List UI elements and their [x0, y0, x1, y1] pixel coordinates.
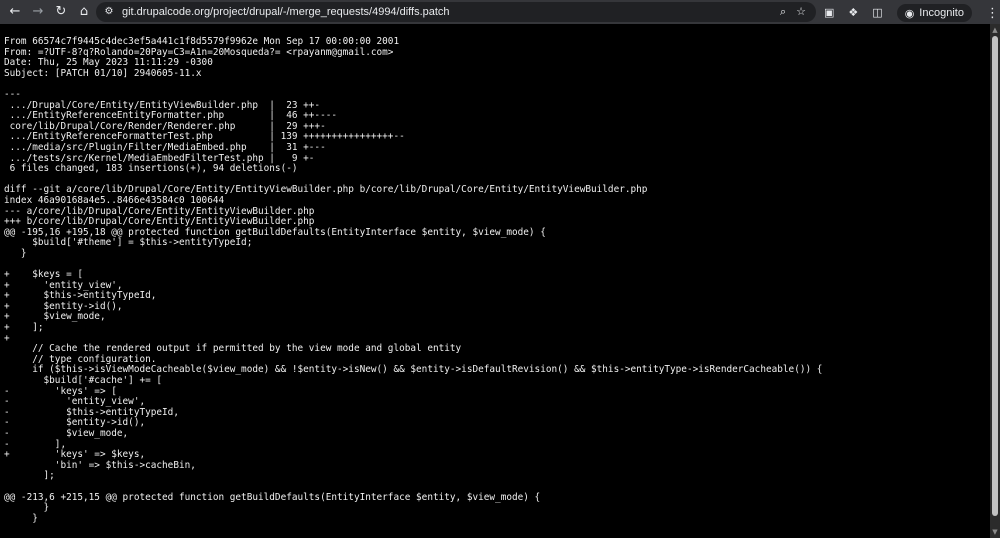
patch-line: + $this->entityTypeId, — [4, 290, 157, 302]
patch-line: + $view_mode, — [4, 311, 106, 323]
incognito-label: Incognito — [919, 7, 964, 19]
patch-line — [4, 79, 990, 90]
patch-line: 'bin' => $this->cacheBin, — [4, 459, 196, 471]
patch-line: + ]; — [4, 322, 44, 334]
browser-toolbar: ← → ↻ ⌂ ⚙ git.drupalcode.org/project/dru… — [0, 0, 1000, 24]
zoom-icon[interactable]: ⌕ — [780, 4, 786, 20]
url-text[interactable]: git.drupalcode.org/project/drupal/-/merg… — [122, 6, 450, 18]
patch-line: - $entity->id(), — [4, 417, 146, 429]
patch-line — [4, 259, 990, 270]
patch-line — [4, 482, 990, 493]
patch-line: - ], — [4, 438, 67, 450]
patch-line: --- — [4, 88, 21, 100]
back-icon[interactable]: ← — [7, 4, 23, 20]
scrollbar-thumb[interactable] — [992, 36, 998, 516]
patch-line: 6 files changed, 183 insertions(+), 94 d… — [4, 163, 298, 175]
patch-line: - $view_mode, — [4, 427, 129, 439]
patch-line: ]; — [4, 470, 55, 482]
patch-line: + $entity->id(), — [4, 300, 123, 312]
patch-line: + $keys = [ — [4, 269, 84, 281]
home-icon[interactable]: ⌂ — [76, 4, 92, 20]
patch-line: } — [4, 512, 38, 524]
patch-line: } — [4, 502, 50, 514]
patch-line: Subject: [PATCH 01/10] 2940605-11.x — [4, 67, 202, 79]
page-content: From 66574c7f9445c4dec3ef5a441c1f8d5579f… — [0, 24, 990, 538]
patch-line: index 46a90168a4e5..8466e43584c0 100644 — [4, 194, 225, 206]
bookmark-star-icon[interactable]: ☆ — [796, 4, 806, 20]
incognito-icon: ◉ — [904, 7, 915, 20]
extensions-icon[interactable]: ❖ — [848, 5, 858, 21]
patch-line: } — [4, 247, 27, 259]
vertical-scrollbar[interactable]: ▲ ▼ — [990, 24, 1000, 538]
patch-line: From 66574c7f9445c4dec3ef5a441c1f8d5579f… — [4, 36, 400, 47]
patch-text: From 66574c7f9445c4dec3ef5a441c1f8d5579f… — [0, 24, 990, 524]
reload-icon[interactable]: ↻ — [53, 4, 69, 20]
scroll-up-icon[interactable]: ▲ — [991, 26, 999, 34]
patch-line: .../media/src/Plugin/Filter/MediaEmbed.p… — [4, 141, 326, 153]
site-info-icon[interactable]: ⚙ — [102, 5, 116, 19]
scroll-down-icon[interactable]: ▼ — [991, 528, 999, 536]
cast-icon[interactable]: ▣ — [824, 5, 834, 21]
patch-line: $build['#cache'] += [ — [4, 375, 163, 386]
forward-icon[interactable]: → — [30, 4, 46, 20]
patch-line: $build['#theme'] = $this->entityTypeId; — [4, 237, 253, 249]
patch-line: - 'keys' => [ — [4, 385, 117, 397]
incognito-badge[interactable]: ◉ Incognito — [896, 4, 972, 22]
kebab-menu-icon[interactable]: ⋮ — [986, 6, 999, 21]
address-bar[interactable]: ⚙ git.drupalcode.org/project/drupal/-/me… — [96, 2, 816, 22]
side-panel-icon[interactable]: ◫ — [872, 5, 882, 21]
patch-line: - $this->entityTypeId, — [4, 406, 179, 418]
patch-line: @@ -213,6 +215,15 @@ protected function … — [4, 491, 541, 503]
